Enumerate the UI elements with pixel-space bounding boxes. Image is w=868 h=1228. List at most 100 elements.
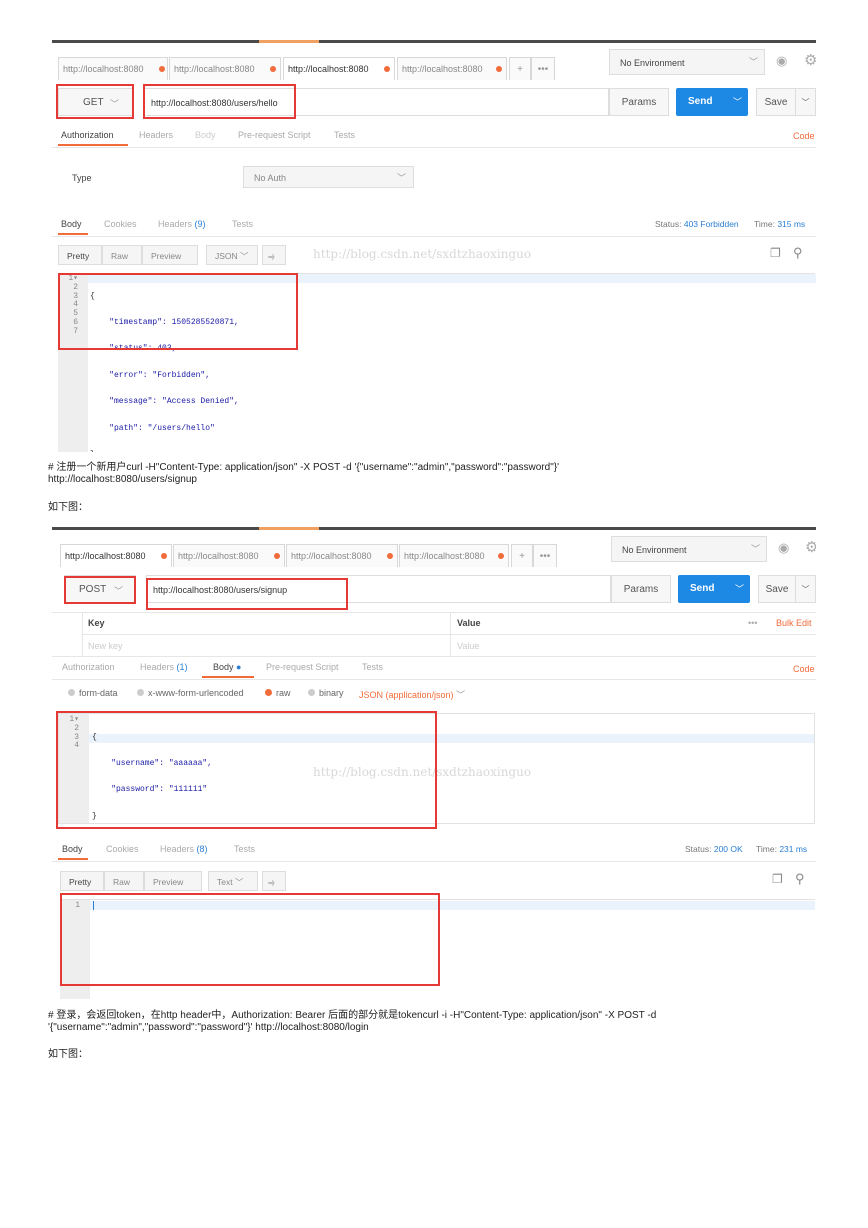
request-tab-1[interactable]: http://localhost:8080 bbox=[58, 57, 168, 80]
unsaved-dot-icon bbox=[498, 553, 504, 559]
bulk-edit-link[interactable]: Bulk Edit bbox=[776, 618, 812, 628]
divider bbox=[82, 634, 816, 635]
status-label: Status: bbox=[655, 219, 682, 229]
copy-icon[interactable]: ❐ bbox=[772, 872, 783, 886]
eye-icon[interactable]: ◉ bbox=[776, 53, 787, 69]
unsaved-dot-icon bbox=[270, 66, 276, 72]
more-tabs-button[interactable]: ••• bbox=[531, 57, 555, 80]
tab-headers[interactable]: Headers bbox=[139, 130, 173, 140]
copy-icon[interactable]: ❐ bbox=[770, 246, 781, 260]
search-icon[interactable]: ⚲ bbox=[793, 245, 803, 261]
resp-tab-tests[interactable]: Tests bbox=[234, 844, 255, 854]
view-raw-button[interactable]: Raw bbox=[104, 871, 144, 891]
request-tab-4[interactable]: http://localhost:8080 bbox=[399, 544, 509, 567]
time-value: 315 ms bbox=[777, 219, 806, 229]
new-value-input[interactable]: Value bbox=[457, 641, 479, 651]
status-label: Status: bbox=[685, 844, 712, 854]
environment-select[interactable]: No Environment bbox=[609, 49, 765, 75]
request-tab-2[interactable]: http://localhost:8080 bbox=[169, 57, 281, 80]
format-select[interactable]: JSON ﹀ bbox=[206, 245, 258, 265]
resp-tab-cookies[interactable]: Cookies bbox=[104, 219, 137, 229]
more-options-button[interactable]: ••• bbox=[748, 618, 757, 628]
highlight-response-body bbox=[60, 893, 440, 986]
tab-body[interactable]: Body bbox=[195, 130, 216, 140]
new-tab-button[interactable]: + bbox=[509, 57, 531, 80]
save-button[interactable]: Save bbox=[756, 88, 796, 116]
request-tab-2[interactable]: http://localhost:8080 bbox=[173, 544, 285, 567]
view-preview-button[interactable]: Preview bbox=[144, 871, 202, 891]
view-pretty-button[interactable]: Pretty bbox=[60, 871, 104, 891]
save-dropdown-button[interactable]: ﹀ bbox=[795, 88, 816, 116]
save-dropdown-button[interactable]: ﹀ bbox=[795, 575, 816, 603]
tab-label: http://localhost:8080 bbox=[178, 551, 259, 561]
more-tabs-button[interactable]: ••• bbox=[533, 544, 557, 567]
divider bbox=[52, 656, 816, 657]
tab-headers[interactable]: Headers (1) bbox=[140, 662, 188, 672]
tab-authorization[interactable]: Authorization bbox=[62, 662, 115, 672]
tab-authorization[interactable]: Authorization bbox=[61, 130, 114, 140]
request-tab-3[interactable]: http://localhost:8080 bbox=[283, 57, 395, 80]
unsaved-dot-icon bbox=[274, 553, 280, 559]
figure-caption: 如下图： bbox=[48, 1049, 88, 1060]
eye-icon[interactable]: ◉ bbox=[778, 540, 789, 556]
radio-raw[interactable] bbox=[265, 689, 272, 696]
active-tab-underline bbox=[202, 676, 254, 678]
code-line: "path": "/users/hello" bbox=[90, 423, 215, 433]
tab-tests[interactable]: Tests bbox=[362, 662, 383, 672]
chevron-down-icon: ﹀ bbox=[751, 544, 761, 554]
paragraph-line: '{"username":"admin","password":"passwor… bbox=[48, 1022, 369, 1033]
headers-label: Headers bbox=[160, 844, 195, 854]
environment-select[interactable]: No Environment bbox=[611, 536, 767, 562]
gear-icon[interactable]: ⚙ bbox=[804, 51, 816, 69]
gear-icon[interactable]: ⚙ bbox=[805, 538, 816, 556]
request-tab-4[interactable]: http://localhost:8080 bbox=[397, 57, 507, 80]
active-tab-underline bbox=[58, 233, 88, 235]
code-link[interactable]: Code bbox=[793, 664, 815, 674]
time-readout: Time: 315 ms bbox=[754, 219, 805, 229]
new-key-input[interactable]: New key bbox=[88, 641, 123, 651]
wrap-lines-button[interactable]: ⥤ bbox=[262, 245, 286, 265]
code-link[interactable]: Code bbox=[793, 131, 815, 141]
unsaved-dot-icon bbox=[161, 553, 167, 559]
headers-label: Headers bbox=[158, 219, 193, 229]
request-tab-1[interactable]: http://localhost:8080 bbox=[60, 544, 172, 567]
window-top-accent bbox=[259, 527, 319, 530]
radio-binary[interactable] bbox=[308, 689, 315, 696]
send-button[interactable]: Send ﹀ bbox=[678, 575, 750, 603]
tab-tests[interactable]: Tests bbox=[334, 130, 355, 140]
tab-pre-request-script[interactable]: Pre-request Script bbox=[266, 662, 339, 672]
auth-type-select[interactable]: No Auth bbox=[243, 166, 414, 188]
format-select[interactable]: Text ﹀ bbox=[208, 871, 258, 891]
resp-tab-headers[interactable]: Headers (9) bbox=[158, 219, 206, 229]
resp-tab-body[interactable]: Body bbox=[61, 219, 82, 229]
wrap-lines-button[interactable]: ⥤ bbox=[262, 871, 286, 891]
unsaved-dot-icon bbox=[387, 553, 393, 559]
save-button[interactable]: Save bbox=[758, 575, 796, 603]
tab-pre-request-script[interactable]: Pre-request Script bbox=[238, 130, 311, 140]
highlight-url bbox=[143, 84, 296, 119]
headers-label: Headers bbox=[140, 662, 175, 672]
radio-urlencoded[interactable] bbox=[137, 689, 144, 696]
view-preview-button[interactable]: Preview bbox=[142, 245, 198, 265]
view-pretty-button[interactable]: Pretty bbox=[58, 245, 102, 265]
resp-tab-tests[interactable]: Tests bbox=[232, 219, 253, 229]
unsaved-dot-icon bbox=[384, 66, 390, 72]
radio-form-data[interactable] bbox=[68, 689, 75, 696]
params-button[interactable]: Params bbox=[609, 88, 669, 116]
resp-tab-body[interactable]: Body bbox=[62, 844, 83, 854]
request-tab-3[interactable]: http://localhost:8080 bbox=[286, 544, 398, 567]
view-raw-button[interactable]: Raw bbox=[102, 245, 142, 265]
headers-count: (9) bbox=[194, 219, 206, 229]
send-button[interactable]: Send ﹀ bbox=[676, 88, 748, 116]
divider bbox=[52, 147, 816, 148]
window-top-border bbox=[52, 527, 816, 530]
content-type-select[interactable]: JSON (application/json) ﹀ bbox=[359, 688, 465, 701]
params-button[interactable]: Params bbox=[611, 575, 671, 603]
search-icon[interactable]: ⚲ bbox=[795, 871, 805, 887]
resp-tab-headers[interactable]: Headers (8) bbox=[160, 844, 208, 854]
new-tab-button[interactable]: + bbox=[511, 544, 533, 567]
time-readout: Time: 231 ms bbox=[756, 844, 807, 854]
tab-body[interactable]: Body ● bbox=[213, 662, 241, 672]
resp-tab-cookies[interactable]: Cookies bbox=[106, 844, 139, 854]
chevron-down-icon: ﹀ bbox=[456, 690, 466, 700]
